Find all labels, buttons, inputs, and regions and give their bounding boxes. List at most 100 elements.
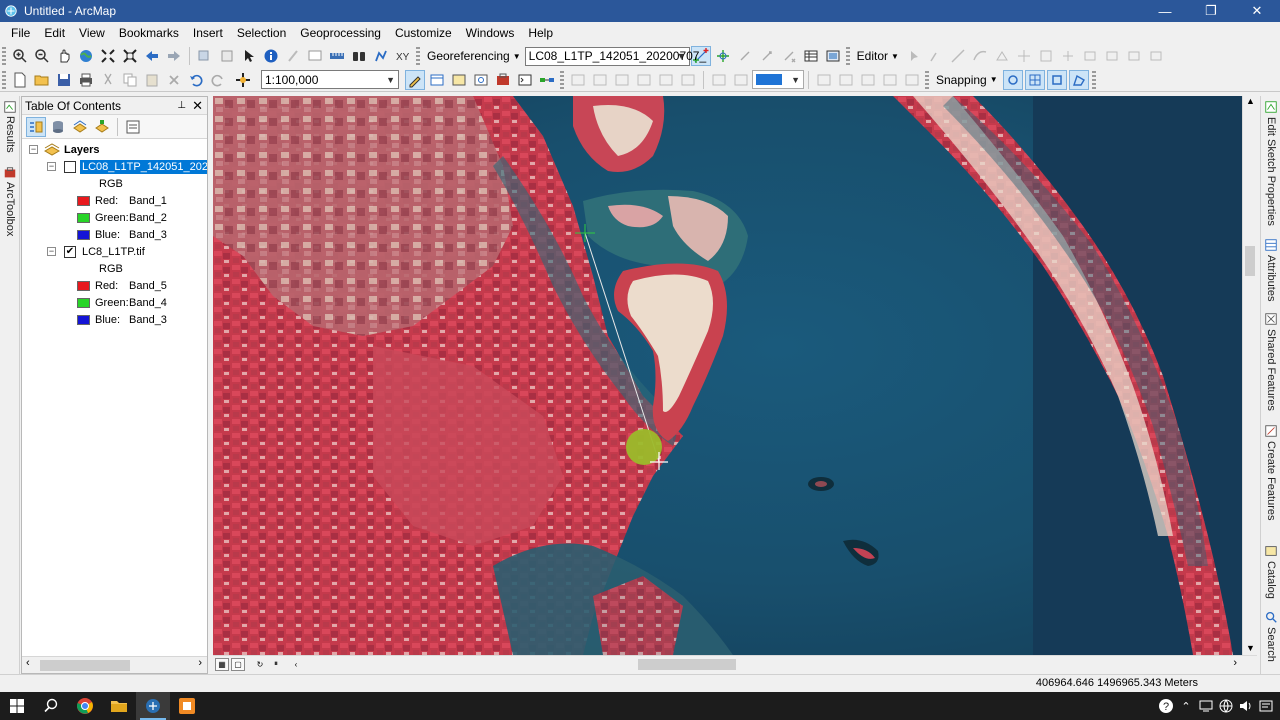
- toolbar-grip[interactable]: [416, 47, 420, 65]
- toolbar-grip[interactable]: [845, 47, 850, 65]
- menu-bookmarks[interactable]: Bookmarks: [112, 22, 186, 44]
- viewer-icon[interactable]: [823, 46, 843, 66]
- scroll-right-arrow-icon[interactable]: ›: [198, 657, 202, 669]
- chrome-icon[interactable]: [68, 692, 102, 720]
- scroll-thumb[interactable]: [1245, 246, 1255, 276]
- zoom-out-icon[interactable]: [32, 46, 52, 66]
- add-data-icon[interactable]: [230, 70, 256, 90]
- editor-menu[interactable]: Editor ▼: [853, 49, 903, 63]
- restore-button[interactable]: ❐: [1188, 0, 1234, 22]
- catalog-tab[interactable]: Catalog: [1263, 544, 1279, 599]
- close-button[interactable]: ✕: [1234, 0, 1280, 22]
- search-window-icon[interactable]: [471, 70, 491, 90]
- minimize-button[interactable]: —: [1142, 0, 1188, 22]
- notification-icon[interactable]: [1256, 692, 1276, 720]
- scroll-right-arrow-icon[interactable]: ›: [1233, 657, 1237, 669]
- swipe-icon[interactable]: [880, 70, 900, 90]
- scroll-down-arrow-icon[interactable]: ▼: [1246, 643, 1255, 653]
- layout-view-icon[interactable]: [814, 70, 834, 90]
- forward-extent-icon[interactable]: [164, 46, 184, 66]
- edit-tool-icon[interactable]: [904, 46, 924, 66]
- toolbar-grip[interactable]: [1091, 70, 1096, 89]
- edit-sketch-properties-tab[interactable]: Edit Sketch Properties: [1263, 100, 1279, 226]
- list-by-selection-icon[interactable]: [92, 117, 112, 137]
- zoom-in-icon[interactable]: [10, 46, 30, 66]
- model-builder-icon[interactable]: [537, 70, 557, 90]
- pan-hand-icon[interactable]: [54, 46, 74, 66]
- effects-icon[interactable]: [858, 70, 878, 90]
- pause-drawing-icon[interactable]: ⏸: [269, 658, 283, 671]
- trace-icon[interactable]: [970, 46, 990, 66]
- help-icon[interactable]: ?: [1156, 692, 1176, 720]
- menu-edit[interactable]: Edit: [37, 22, 72, 44]
- rotate-control-icon[interactable]: [568, 70, 588, 90]
- attributes-tab[interactable]: Attributes: [1263, 238, 1279, 301]
- recording-app-icon[interactable]: [170, 692, 204, 720]
- toolbar-grip[interactable]: [2, 70, 6, 89]
- map-horizontal-scroll-thumb[interactable]: [638, 659, 736, 670]
- layout-view-button[interactable]: ▢: [231, 657, 245, 671]
- toc-close-icon[interactable]: ✕: [192, 98, 203, 114]
- menu-help[interactable]: Help: [521, 22, 560, 44]
- toolbar-grip[interactable]: [2, 47, 6, 65]
- table-of-contents-window-icon[interactable]: [427, 70, 447, 90]
- html-popup-icon[interactable]: [305, 46, 325, 66]
- layers-root-row[interactable]: − Layers: [29, 141, 99, 158]
- transparency-select[interactable]: ▼: [752, 70, 804, 89]
- attributes-icon[interactable]: [1102, 46, 1122, 66]
- rotate-icon[interactable]: [1080, 46, 1100, 66]
- georef-layer-select[interactable]: LC08_L1TP_142051_20200707_ ▼: [524, 46, 706, 66]
- sketch-properties-icon[interactable]: [1124, 46, 1144, 66]
- arctoolbox-window-icon[interactable]: [493, 70, 513, 90]
- georeferencing-menu[interactable]: Georeferencing ▼: [423, 49, 525, 63]
- reshape-icon[interactable]: [1036, 46, 1056, 66]
- cut-icon[interactable]: [98, 70, 118, 90]
- delete-link-icon[interactable]: [779, 46, 799, 66]
- results-tab[interactable]: Results: [2, 100, 18, 153]
- end-snapping-icon[interactable]: [1024, 69, 1045, 90]
- auto-hide-pin-icon[interactable]: ⊥: [177, 100, 186, 111]
- shared-features-tab[interactable]: Shared Features: [1263, 312, 1279, 411]
- find-binoculars-icon[interactable]: [349, 46, 369, 66]
- redo-icon[interactable]: [208, 70, 228, 90]
- measure-icon[interactable]: [327, 46, 347, 66]
- arctoolbox-tab[interactable]: ArcToolbox: [2, 166, 18, 236]
- volume-icon[interactable]: [1236, 692, 1256, 720]
- menu-windows[interactable]: Windows: [459, 22, 522, 44]
- flip-icon[interactable]: [634, 70, 654, 90]
- menu-file[interactable]: File: [4, 22, 37, 44]
- create-features-window-icon[interactable]: [1146, 46, 1166, 66]
- find-route-icon[interactable]: [371, 46, 391, 66]
- print-icon[interactable]: [76, 70, 96, 90]
- view-link-table-icon[interactable]: [801, 46, 821, 66]
- create-features-tool-icon[interactable]: [992, 46, 1012, 66]
- delete-icon[interactable]: [164, 70, 184, 90]
- menu-selection[interactable]: Selection: [230, 22, 293, 44]
- rectify-icon[interactable]: [656, 70, 676, 90]
- open-folder-icon[interactable]: [32, 70, 52, 90]
- clear-selection-icon[interactable]: [217, 46, 237, 66]
- python-window-icon[interactable]: [515, 70, 535, 90]
- layer-visibility-checkbox[interactable]: ✔: [64, 245, 76, 258]
- list-by-drawing-order-icon[interactable]: [26, 116, 46, 137]
- map-vertical-scrollbar[interactable]: ▲ ▼: [1242, 96, 1257, 655]
- layer-name[interactable]: LC8_L1TP.tif: [82, 246, 145, 258]
- scroll-thumb[interactable]: [40, 660, 130, 671]
- undo-icon[interactable]: [186, 70, 206, 90]
- fixed-zoom-out-icon[interactable]: [120, 46, 140, 66]
- vertex-snapping-icon[interactable]: [1046, 69, 1067, 90]
- catalog-window-icon[interactable]: [449, 70, 469, 90]
- monitor-icon[interactable]: [1196, 692, 1216, 720]
- select-features-icon[interactable]: [195, 46, 215, 66]
- point-snapping-icon[interactable]: [1002, 69, 1023, 90]
- list-by-visibility-icon[interactable]: [70, 117, 90, 137]
- fixed-zoom-in-icon[interactable]: [98, 46, 118, 66]
- go-to-xy-icon[interactable]: XY: [393, 46, 413, 66]
- save-icon[interactable]: [54, 70, 74, 90]
- toc-options-icon[interactable]: [123, 117, 143, 137]
- map-scale-select[interactable]: 1:100,000 ▼: [261, 70, 399, 89]
- layer-visibility-checkbox[interactable]: [64, 160, 76, 173]
- toolbar-grip[interactable]: [560, 70, 564, 89]
- file-explorer-icon[interactable]: [102, 692, 136, 720]
- arcmap-taskbar-icon[interactable]: [136, 692, 170, 720]
